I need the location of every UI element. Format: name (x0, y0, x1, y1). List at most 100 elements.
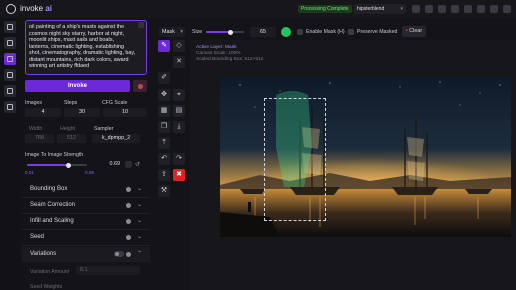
model-select[interactable]: hipsterblend ▾ (354, 4, 406, 14)
undo-icon[interactable]: ↶ (158, 153, 170, 165)
steps-label: Steps (64, 100, 78, 106)
redo-icon[interactable]: ↷ (173, 153, 185, 165)
bounding-box[interactable] (264, 98, 326, 221)
accordion-infill-scaling[interactable]: Infill and Scaling ⌄ (22, 214, 150, 230)
strength-slider-fill (27, 164, 69, 166)
prompt-input[interactable]: oil painting of a ship's masts against t… (25, 20, 147, 75)
bug-icon[interactable] (451, 5, 459, 13)
trash-icon: ▪ (405, 28, 408, 34)
width-select[interactable]: 768 (25, 134, 54, 143)
theme-icon[interactable] (490, 5, 498, 13)
accordion-seed[interactable]: Seed ⌄ (22, 230, 150, 246)
move-icon[interactable]: ✥ (158, 89, 170, 101)
tab-unified-canvas[interactable] (4, 53, 16, 65)
mask-color-picker[interactable] (281, 27, 291, 37)
canvas-status: Active Layer: Mask Canvas Scale: 100% Sc… (196, 45, 263, 63)
height-label: Height (60, 126, 75, 132)
accordion-title: Infill and Scaling (30, 218, 74, 224)
brush-size-input[interactable]: 65 (250, 27, 276, 37)
variations-toggle[interactable] (114, 251, 124, 257)
chevron-down-icon: ⌄ (137, 202, 143, 208)
brush-icon[interactable]: ✎ (158, 40, 170, 52)
enable-mask-checkbox[interactable] (297, 29, 303, 35)
wrench-icon[interactable]: ⚒ (158, 185, 170, 197)
download-icon[interactable]: ⤓ (173, 121, 185, 133)
github-icon[interactable] (464, 5, 472, 13)
strength-slider-thumb[interactable] (65, 162, 71, 168)
prompt-options-icon[interactable] (138, 22, 144, 28)
model-manager-icon[interactable] (412, 5, 420, 13)
color-picker-icon[interactable]: ✐ (158, 72, 170, 84)
options-panel: oil painting of a ship's masts against t… (22, 18, 152, 290)
top-bar: invoke ai Processing Complete hipsterble… (0, 0, 516, 18)
info-icon (126, 235, 131, 240)
images-label: Images (25, 100, 43, 106)
save-to-gallery-icon[interactable]: ▤ (173, 105, 185, 117)
upload-image-icon[interactable]: ⇪ (158, 169, 170, 181)
canvas-toolbar: ✎ ◇ ✕ ✐ ✥ ⌖ ▦ ▤ ❐ ⤓ ⤒ ↶ ↷ ⇪ ✖ ⚒ (156, 38, 190, 197)
left-rail (0, 18, 20, 290)
brush-size-fill (206, 31, 230, 33)
upload-icon[interactable]: ⤒ (158, 137, 170, 149)
chevron-down-icon: ▾ (180, 29, 183, 35)
chevron-down-icon: ▾ (400, 6, 403, 12)
tab-postprocess[interactable] (4, 85, 16, 97)
preserve-masked-checkbox[interactable] (348, 29, 354, 35)
preserve-masked-label: Preserve Masked (357, 29, 398, 35)
info-icon (126, 219, 131, 224)
merge-visible-icon[interactable]: ▦ (158, 105, 170, 117)
accordion-bounding-box[interactable]: Bounding Box ⌄ (22, 182, 150, 198)
variation-amount-label: Variation Amount (30, 269, 70, 275)
discord-icon[interactable] (477, 5, 485, 13)
strength-min-label: 0.01 (25, 170, 34, 175)
info-icon (126, 252, 131, 257)
tab-text-to-image[interactable] (4, 21, 16, 33)
layer-select[interactable]: Mask ▾ (159, 27, 185, 37)
strength-input[interactable]: 0.69 (92, 160, 121, 169)
app-name: invoke ai (20, 4, 53, 13)
chevron-down-icon: ⌄ (137, 218, 143, 224)
brush-size-label: Size (192, 29, 203, 35)
eraser-icon[interactable]: ◇ (173, 40, 185, 52)
enable-mask-label: Enable Mask (H) (306, 29, 345, 35)
variation-amount-input[interactable]: 0.1 (76, 266, 140, 275)
cfg-input[interactable]: 10 (103, 108, 147, 117)
strength-label: Image To Image Strength (25, 152, 84, 158)
cfg-label: CFG Scale (102, 100, 128, 106)
accordion-variations[interactable]: Variations ⌃ (22, 247, 150, 262)
width-label: Width (29, 126, 43, 132)
info-icon (126, 203, 131, 208)
keyboard-icon[interactable] (425, 5, 433, 13)
reset-view-icon[interactable]: ⌖ (173, 89, 185, 101)
status-badge: Processing Complete (298, 5, 352, 13)
delete-icon[interactable]: ✖ (173, 169, 185, 181)
seed-weights-label: Seed Weights (30, 284, 63, 290)
invoke-button[interactable]: Invoke (25, 80, 130, 92)
tab-training[interactable] (4, 101, 16, 113)
strength-stepper[interactable] (125, 161, 132, 168)
translate-icon[interactable] (438, 5, 446, 13)
height-select[interactable]: 512 (57, 134, 86, 143)
brush-size-thumb[interactable] (228, 29, 233, 35)
sampler-select[interactable]: k_dpmpp_2 (92, 134, 140, 143)
accordion-title: Bounding Box (30, 186, 68, 192)
cancel-button[interactable] (133, 80, 147, 92)
chevron-down-icon: ⌄ (137, 186, 143, 192)
settings-icon[interactable] (503, 5, 511, 13)
close-icon[interactable]: ✕ (173, 56, 185, 68)
info-icon (126, 187, 131, 192)
strength-max-label: 0.99 (85, 170, 94, 175)
tab-nodes[interactable] (4, 69, 16, 81)
chevron-up-icon: ⌃ (137, 251, 143, 257)
copy-icon[interactable]: ❐ (158, 121, 170, 133)
accordion-title: Variations (30, 251, 57, 257)
tab-image-to-image[interactable] (4, 37, 16, 49)
bounding-box-text: Scaled Bounding Box: 512×512 (196, 57, 264, 62)
reset-icon[interactable]: ↺ (135, 161, 140, 168)
accordion-seam-correction[interactable]: Seam Correction ⌄ (22, 198, 150, 214)
sampler-label: Sampler (94, 126, 114, 132)
images-input[interactable]: 4 (25, 108, 61, 117)
steps-input[interactable]: 30 (64, 108, 100, 117)
clear-mask-button[interactable]: ▪ Clear (402, 26, 426, 37)
invoke-logo-icon (6, 4, 16, 14)
